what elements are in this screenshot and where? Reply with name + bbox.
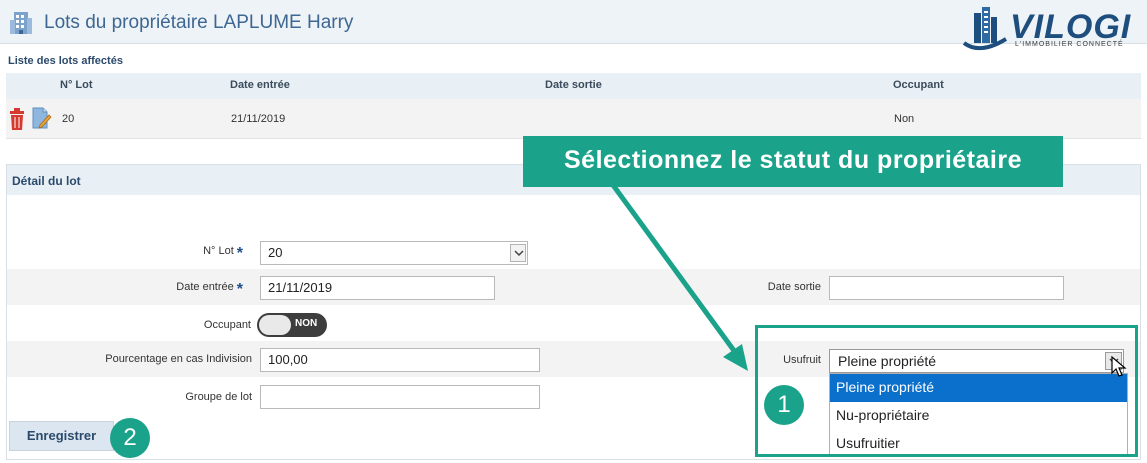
step-badge-1: 1 bbox=[764, 385, 804, 425]
usufruit-highlight-box bbox=[755, 325, 1138, 457]
step-badge-2: 2 bbox=[110, 418, 150, 458]
instruction-callout: Sélectionnez le statut du propriétaire bbox=[523, 136, 1063, 187]
callout-text: Sélectionnez le statut du propriétaire bbox=[564, 146, 1022, 174]
